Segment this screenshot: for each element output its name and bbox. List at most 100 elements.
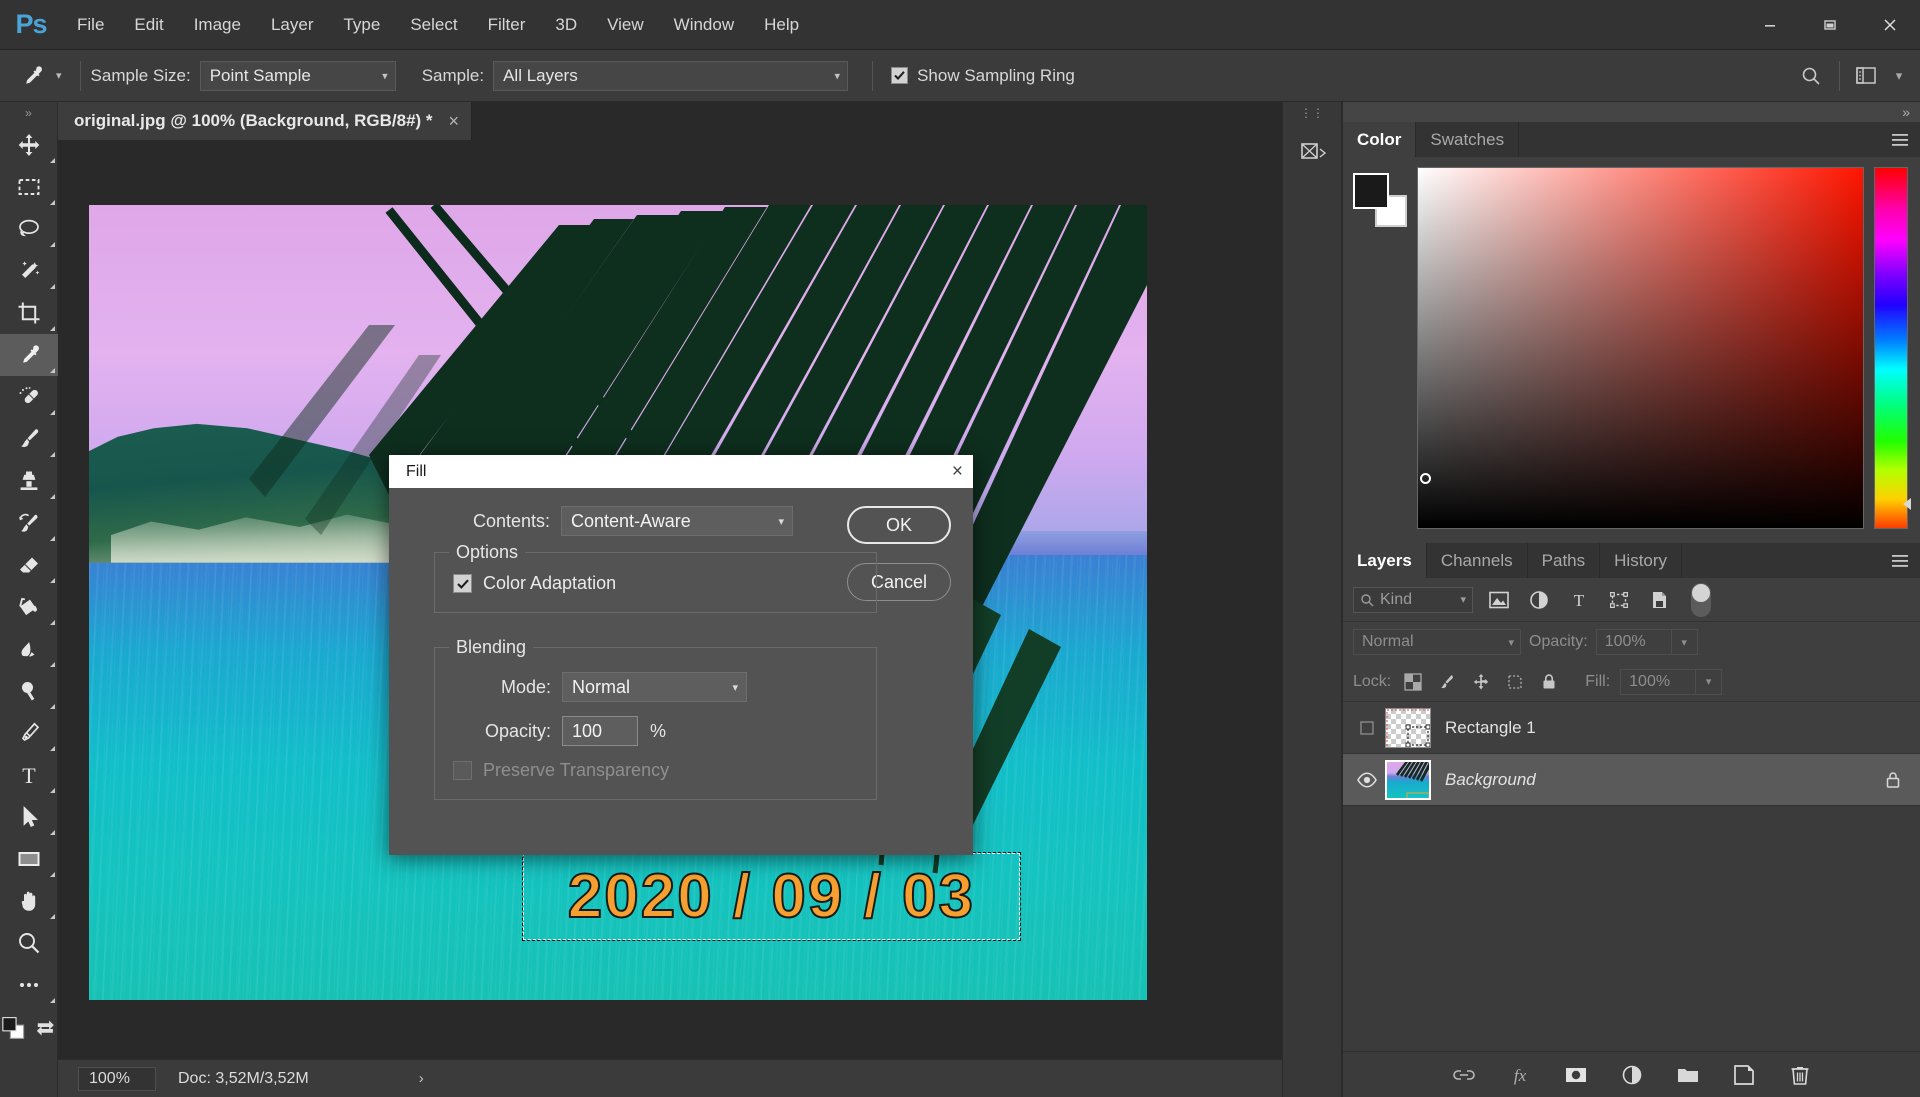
type-tool[interactable]: T [0,754,58,796]
text-selection-marquee[interactable]: 2020 / 09 / 03 [521,851,1022,942]
chevron-down-icon[interactable]: ▾ [1696,668,1723,695]
delete-layer-icon[interactable] [1787,1062,1813,1088]
filter-toggle-switch[interactable] [1691,582,1711,617]
layer-style-fx-icon[interactable]: fx [1507,1062,1533,1088]
tool-preset-chevron-icon[interactable]: ▾ [56,69,62,82]
close-icon[interactable]: × [449,111,460,132]
rectangle-tool[interactable] [0,838,58,880]
layer-thumbnail[interactable] [1385,707,1431,748]
minimize-button[interactable] [1740,0,1800,50]
lock-all-icon[interactable] [1537,670,1561,694]
filter-kind-select[interactable]: Kind ▾ [1353,586,1473,613]
blur-tool[interactable] [0,628,58,670]
menu-select[interactable]: Select [395,0,472,50]
tab-color[interactable]: Color [1343,122,1417,157]
brush-tool[interactable] [0,418,58,460]
history-brush-tool[interactable] [0,502,58,544]
lock-artboard-icon[interactable] [1503,670,1527,694]
pen-tool[interactable] [0,712,58,754]
workspace-icon[interactable] [1846,66,1886,86]
mini-dock-grip[interactable]: ⋮⋮ [1283,102,1341,124]
layer-blend-mode-select[interactable]: Normal ▾ [1353,629,1521,655]
menu-view[interactable]: View [592,0,659,50]
foreground-color-swatch[interactable] [1353,173,1389,209]
hamburger-menu-icon[interactable] [1890,553,1910,569]
menu-image[interactable]: Image [179,0,256,50]
mode-select[interactable]: Normal ▾ [562,672,747,702]
image-filter-icon[interactable] [1485,586,1513,614]
path-selection-tool[interactable] [0,796,58,838]
new-layer-icon[interactable] [1731,1062,1757,1088]
menu-filter[interactable]: Filter [473,0,541,50]
foreground-background-color[interactable] [1353,173,1407,227]
document-tab[interactable]: original.jpg @ 100% (Background, RGB/8#)… [58,102,473,140]
sample-select[interactable]: All Layers ▾ [493,60,849,91]
status-expand-icon[interactable]: › [419,1070,424,1087]
sample-size-select[interactable]: Point Sample ▾ [199,60,396,91]
rectangular-marquee-tool[interactable] [0,166,58,208]
lock-transparent-pixels-icon[interactable] [1401,670,1425,694]
tab-channels[interactable]: Channels [1426,543,1528,578]
zoom-tool[interactable] [0,922,58,964]
dodge-tool[interactable] [0,670,58,712]
close-icon[interactable]: × [952,462,963,481]
menu-type[interactable]: Type [328,0,395,50]
menu-3d[interactable]: 3D [540,0,592,50]
layer-name[interactable]: Rectangle 1 [1445,718,1536,738]
adjustment-layer-icon[interactable] [1619,1062,1645,1088]
eyedropper-icon[interactable] [10,50,54,102]
type-filter-icon[interactable]: T [1565,586,1593,614]
tab-layers[interactable]: Layers [1343,543,1427,578]
menu-layer[interactable]: Layer [256,0,329,50]
document-info[interactable]: Doc: 3,52M/3,52M › [168,1066,434,1091]
layer-opacity-field[interactable]: 100% [1595,629,1672,655]
ok-button[interactable]: OK [847,506,951,544]
spot-healing-brush-tool[interactable] [0,376,58,418]
shape-filter-icon[interactable] [1605,586,1633,614]
menu-edit[interactable]: Edit [119,0,178,50]
layer-visibility-toggle[interactable] [1349,718,1385,738]
link-layers-icon[interactable] [1451,1062,1477,1088]
libraries-icon[interactable] [1283,124,1343,182]
hand-tool[interactable] [0,880,58,922]
close-button[interactable] [1860,0,1920,50]
layer-name[interactable]: Background [1445,770,1536,790]
tab-swatches[interactable]: Swatches [1416,122,1520,157]
table-row[interactable]: Rectangle 1 [1343,702,1920,754]
toolbar-grip[interactable]: » [0,102,57,124]
layer-fill-field[interactable]: 100% [1620,668,1697,695]
lock-image-pixels-icon[interactable] [1435,670,1459,694]
color-adaptation-checkbox[interactable]: Color Adaptation [453,573,858,594]
new-group-icon[interactable] [1675,1062,1701,1088]
adjustment-filter-icon[interactable] [1525,586,1553,614]
lock-position-icon[interactable] [1469,670,1493,694]
fill-dialog[interactable]: Fill × Contents: Content-Aware ▾ OK Canc… [389,455,973,855]
layer-thumbnail[interactable] [1385,759,1431,800]
layer-visibility-toggle[interactable] [1349,771,1385,789]
lasso-tool[interactable] [0,208,58,250]
menu-help[interactable]: Help [749,0,814,50]
magic-wand-tool[interactable] [0,250,58,292]
crop-tool[interactable] [0,292,58,334]
color-picker-field[interactable] [1417,167,1864,529]
move-tool[interactable] [0,124,58,166]
foreground-background-swatches[interactable] [0,1014,57,1042]
add-layer-mask-icon[interactable] [1563,1062,1589,1088]
hamburger-menu-icon[interactable] [1890,132,1910,148]
edit-toolbar-button[interactable] [0,964,58,1006]
search-icon[interactable] [1789,65,1833,87]
hue-slider[interactable] [1874,167,1911,529]
menu-file[interactable]: File [62,0,119,50]
opacity-input[interactable]: 100 [562,716,638,746]
tab-history[interactable]: History [1600,543,1683,578]
chevron-down-icon[interactable]: ▾ [1886,68,1920,84]
table-row[interactable]: Background [1343,754,1920,806]
chevron-down-icon[interactable]: ▾ [1671,629,1698,655]
clone-stamp-tool[interactable] [0,460,58,502]
tab-paths[interactable]: Paths [1527,543,1601,578]
maximize-button[interactable] [1800,0,1860,50]
smartobject-filter-icon[interactable] [1645,586,1673,614]
zoom-level-field[interactable]: 100% [78,1066,156,1091]
dock-collapse-button[interactable]: » [1343,102,1920,122]
preserve-transparency-checkbox[interactable]: Preserve Transparency [453,760,858,781]
